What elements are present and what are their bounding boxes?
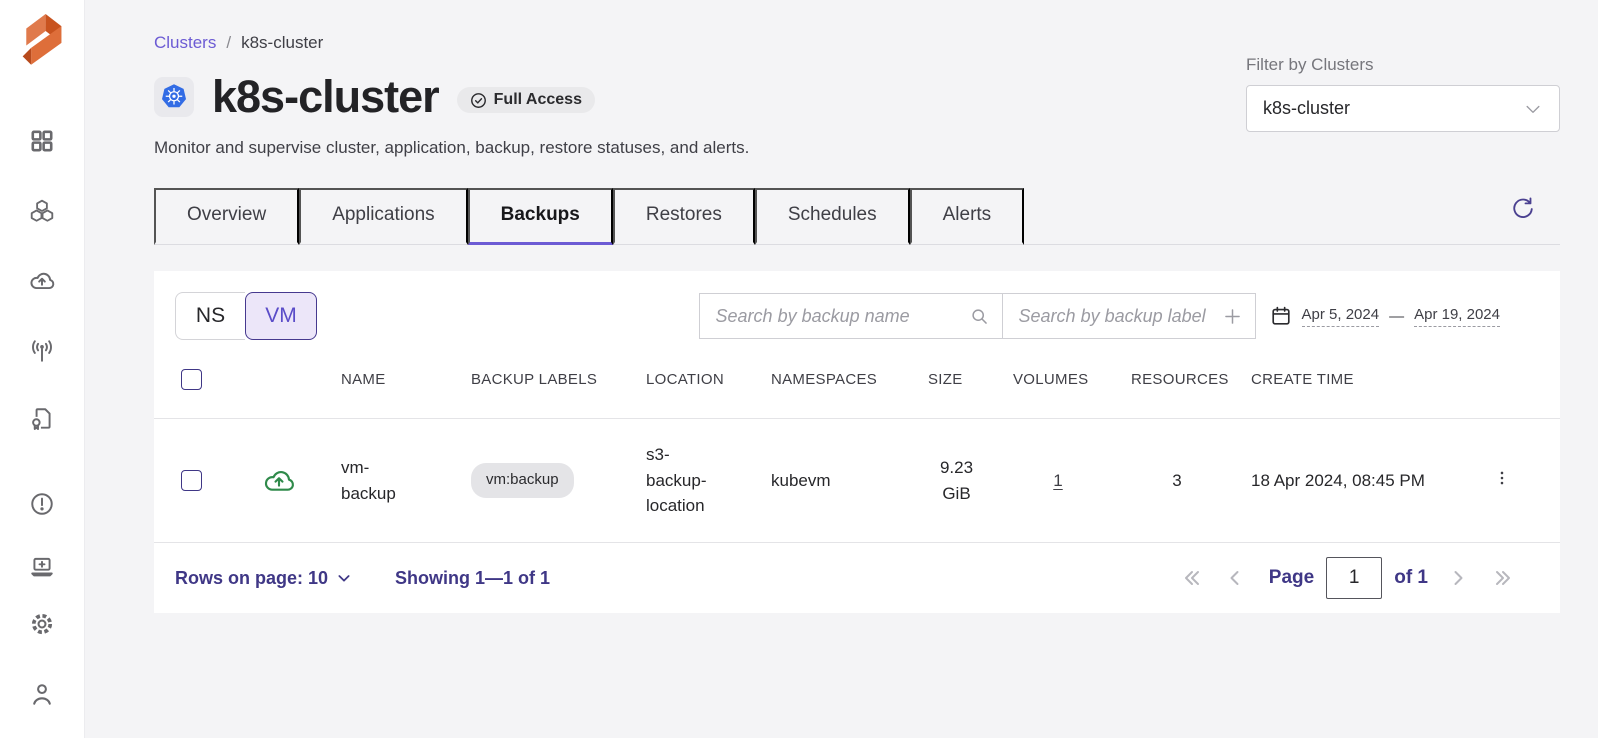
segment-ns[interactable]: NS bbox=[175, 292, 245, 340]
dashboard-grid-icon[interactable] bbox=[29, 128, 55, 154]
search-icon bbox=[969, 306, 990, 327]
col-backup-labels: BACKUP LABELS bbox=[457, 371, 632, 388]
access-badge: Full Access bbox=[457, 87, 595, 113]
backups-toolbar: NS VM bbox=[154, 271, 1560, 340]
breadcrumb-clusters-link[interactable]: Clusters bbox=[154, 33, 216, 53]
chevron-down-icon bbox=[1523, 99, 1543, 119]
page-label: Page bbox=[1269, 567, 1314, 589]
cluster-filter: Filter by Clusters k8s-cluster bbox=[1246, 55, 1560, 132]
tabs-bar: Overview Applications Backups Restores S… bbox=[154, 188, 1560, 245]
tab-restores[interactable]: Restores bbox=[613, 188, 755, 245]
nodes-laptop-icon[interactable] bbox=[29, 554, 55, 580]
first-page-icon[interactable] bbox=[1179, 566, 1205, 590]
plus-icon bbox=[1222, 306, 1243, 327]
backup-location: s3-backup-location bbox=[646, 442, 730, 519]
ns-vm-toggle: NS VM bbox=[175, 292, 317, 340]
backup-create-time: 18 Apr 2024, 08:45 PM bbox=[1237, 468, 1467, 494]
tab-alerts[interactable]: Alerts bbox=[910, 188, 1025, 245]
backups-panel: NS VM bbox=[154, 271, 1560, 613]
row-actions-kebab-icon[interactable] bbox=[1491, 467, 1513, 489]
next-page-icon[interactable] bbox=[1446, 566, 1472, 590]
page-subtitle: Monitor and supervise cluster, applicati… bbox=[154, 138, 1560, 158]
breadcrumb-separator: / bbox=[226, 33, 231, 53]
showing-range: Showing 1—1 of 1 bbox=[395, 568, 550, 589]
backup-namespaces: kubevm bbox=[757, 468, 914, 494]
tab-backups[interactable]: Backups bbox=[468, 188, 613, 245]
col-name: NAME bbox=[327, 371, 457, 388]
backup-label-pill: vm:backup bbox=[471, 463, 574, 498]
tab-schedules[interactable]: Schedules bbox=[755, 188, 910, 245]
breadcrumb: Clusters / k8s-cluster bbox=[154, 33, 1560, 53]
check-circle-icon bbox=[470, 92, 487, 109]
main-content: Clusters / k8s-cluster Filter by Cluster… bbox=[85, 0, 1598, 738]
search-by-label-box bbox=[1003, 293, 1256, 339]
page-of-label: of 1 bbox=[1394, 567, 1428, 589]
tab-applications[interactable]: Applications bbox=[299, 188, 467, 245]
rows-per-page-label: Rows on page: 10 bbox=[175, 568, 328, 589]
applications-cubes-icon[interactable] bbox=[29, 198, 55, 224]
date-range-filter: Apr 5, 2024 — Apr 19, 2024 bbox=[1270, 305, 1500, 327]
row-checkbox[interactable] bbox=[181, 470, 202, 491]
refresh-icon[interactable] bbox=[1510, 196, 1536, 222]
backup-name: vm-backup bbox=[341, 455, 413, 506]
col-create-time: CREATE TIME bbox=[1237, 371, 1467, 388]
search-group bbox=[699, 293, 1256, 339]
settings-gear-icon[interactable] bbox=[29, 611, 55, 637]
backup-resources: 3 bbox=[1117, 468, 1237, 494]
col-location: LOCATION bbox=[632, 371, 757, 388]
backup-size: 9.23 GiB bbox=[933, 455, 981, 506]
cluster-filter-select[interactable]: k8s-cluster bbox=[1246, 85, 1560, 132]
cluster-filter-value: k8s-cluster bbox=[1263, 98, 1523, 119]
col-size: SIZE bbox=[914, 371, 999, 388]
policy-certificate-icon[interactable] bbox=[29, 406, 55, 432]
table-row: vm-backup vm:backup s3-backup-location k… bbox=[154, 418, 1560, 543]
col-resources: RESOURCES bbox=[1117, 371, 1237, 388]
date-to[interactable]: Apr 19, 2024 bbox=[1414, 306, 1500, 327]
brand-logo[interactable] bbox=[13, 8, 71, 66]
profile-user-icon[interactable] bbox=[29, 681, 55, 707]
pager: Page of 1 bbox=[1179, 557, 1518, 599]
calendar-icon[interactable] bbox=[1270, 305, 1292, 327]
col-volumes: VOLUMES bbox=[999, 371, 1117, 388]
alerts-circle-icon[interactable] bbox=[29, 491, 55, 517]
backup-volumes-link[interactable]: 1 bbox=[1053, 471, 1062, 490]
segment-vm[interactable]: VM bbox=[245, 292, 317, 340]
chevron-down-icon bbox=[336, 570, 352, 586]
search-by-name-input[interactable] bbox=[716, 306, 969, 327]
select-all-checkbox[interactable] bbox=[181, 369, 202, 390]
cloud-upload-icon bbox=[263, 465, 295, 497]
cluster-filter-label: Filter by Clusters bbox=[1246, 55, 1560, 75]
sidebar bbox=[0, 0, 85, 738]
cloud-backup-icon[interactable] bbox=[29, 268, 55, 294]
date-from[interactable]: Apr 5, 2024 bbox=[1302, 306, 1380, 327]
page-title: k8s-cluster bbox=[212, 71, 439, 123]
app-root: Clusters / k8s-cluster Filter by Cluster… bbox=[0, 0, 1598, 738]
table-footer: Rows on page: 10 Showing 1—1 of 1 bbox=[154, 543, 1560, 613]
col-namespaces: NAMESPACES bbox=[757, 371, 914, 388]
broadcast-antenna-icon[interactable] bbox=[29, 338, 55, 364]
tab-overview[interactable]: Overview bbox=[154, 188, 299, 245]
access-badge-label: Full Access bbox=[494, 91, 582, 109]
table-header-row: NAME BACKUP LABELS LOCATION NAMESPACES S… bbox=[154, 340, 1560, 418]
date-separator: — bbox=[1389, 308, 1404, 325]
breadcrumb-current: k8s-cluster bbox=[241, 33, 323, 53]
search-by-name-box bbox=[699, 293, 1003, 339]
last-page-icon[interactable] bbox=[1492, 566, 1518, 590]
page-number-input[interactable] bbox=[1326, 557, 1382, 599]
prev-page-icon[interactable] bbox=[1223, 566, 1249, 590]
search-by-label-input[interactable] bbox=[1019, 306, 1222, 327]
rows-per-page-select[interactable]: Rows on page: 10 bbox=[175, 568, 352, 589]
kubernetes-icon bbox=[154, 77, 194, 117]
